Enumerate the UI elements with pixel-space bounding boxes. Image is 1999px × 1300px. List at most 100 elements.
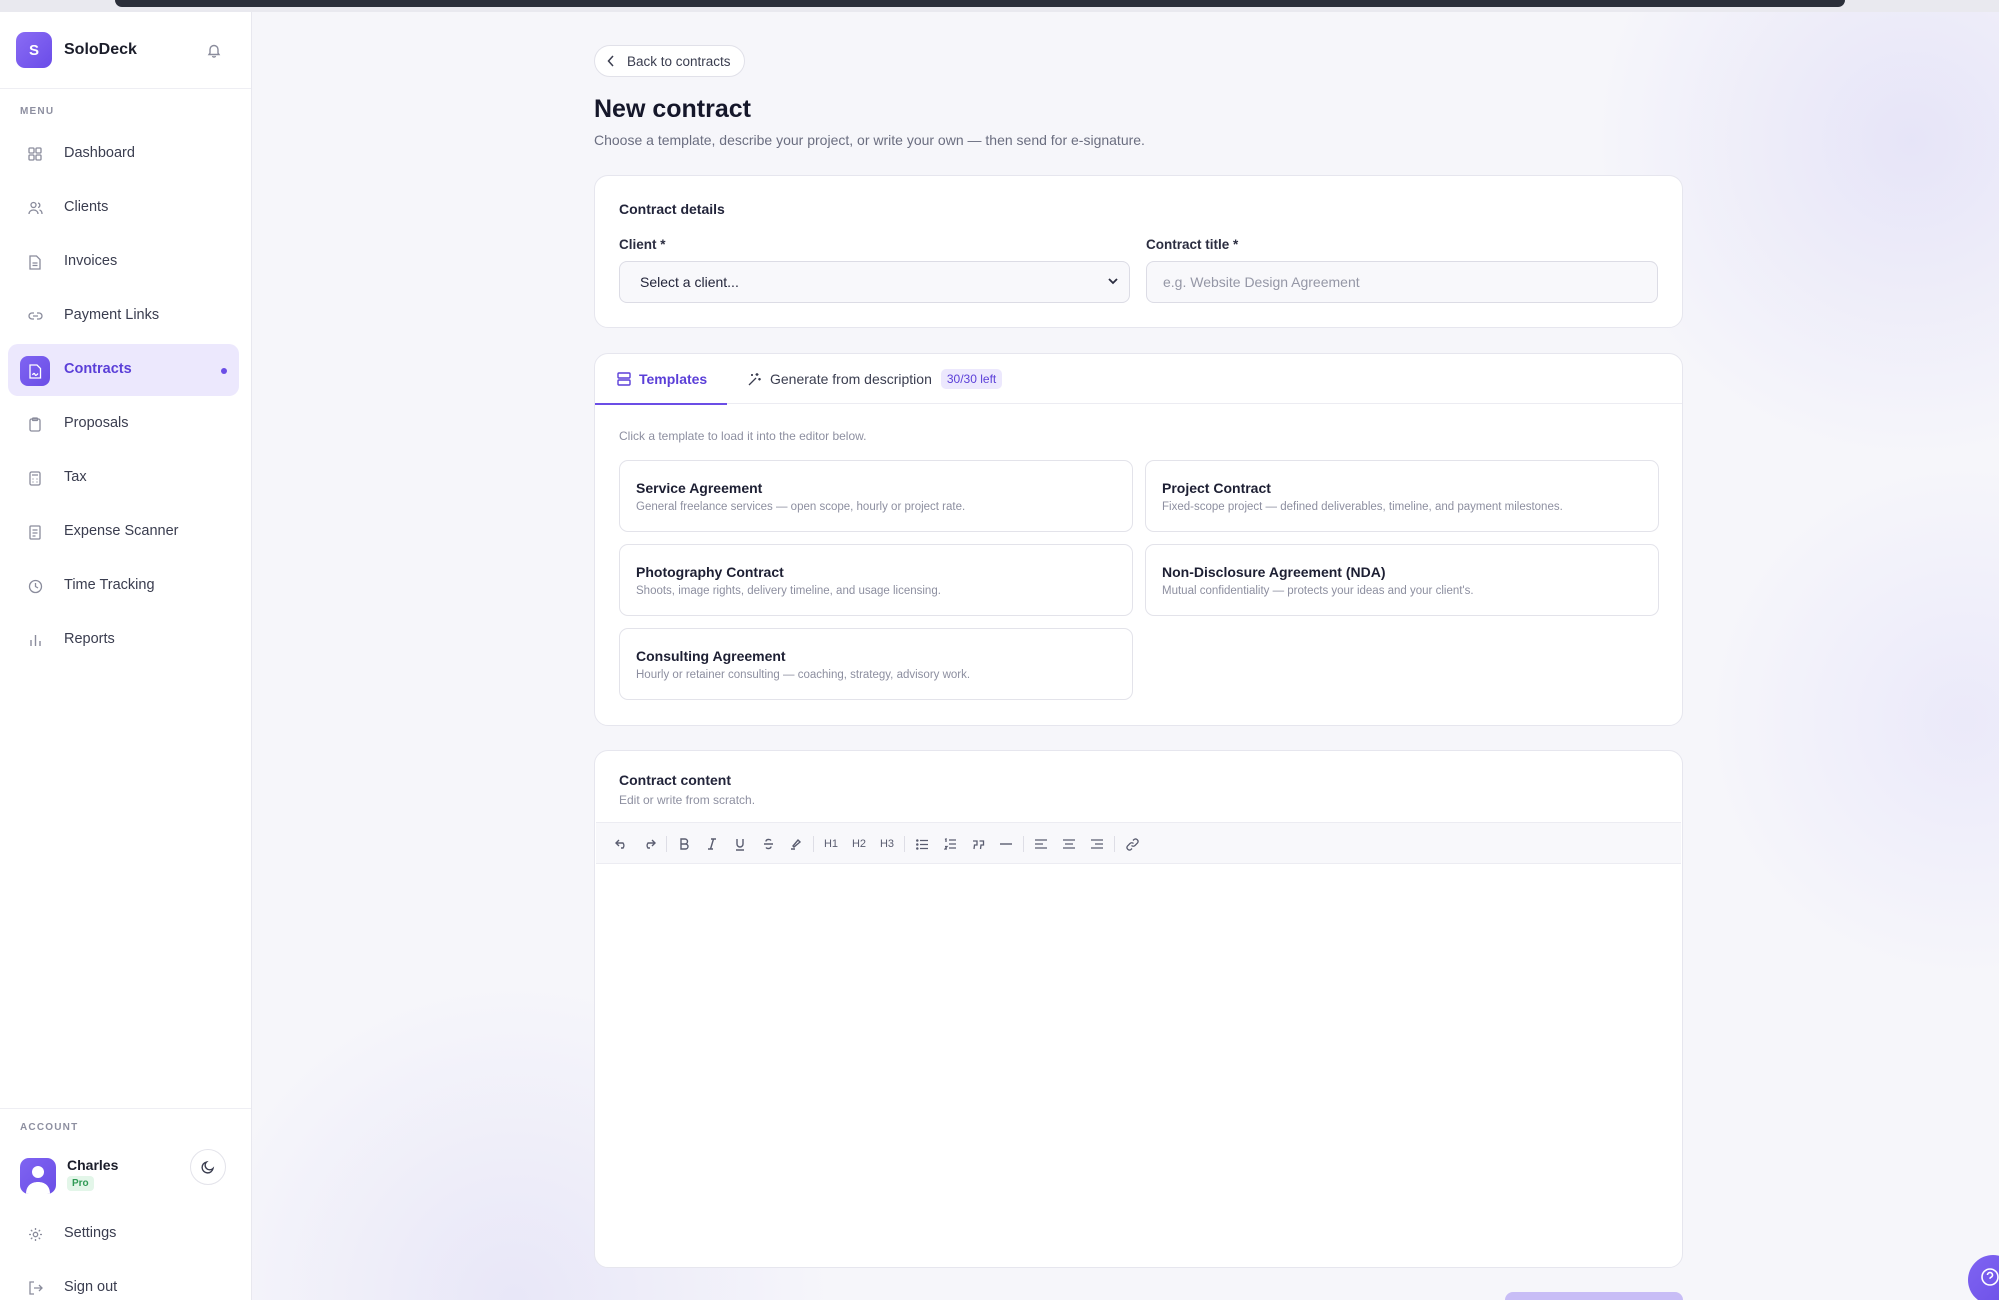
italic-icon[interactable] [702, 834, 722, 854]
tab-templates[interactable]: Templates [595, 354, 728, 405]
heading3-button[interactable]: H3 [877, 834, 897, 854]
tab-templates-label: Templates [639, 371, 708, 387]
template-card-project-contract[interactable]: Project Contract Fixed-scope project — d… [1145, 460, 1659, 532]
redo-icon[interactable] [639, 834, 659, 854]
settings-link[interactable]: Settings [8, 1208, 239, 1260]
sidebar-item-label: Proposals [64, 415, 129, 431]
contract-details-title: Contract details [619, 201, 725, 217]
sidebar-item-proposals[interactable]: Proposals [8, 398, 239, 450]
signature-icon [20, 356, 50, 386]
signout-link[interactable]: Sign out [8, 1262, 239, 1300]
align-center-icon[interactable] [1059, 834, 1079, 854]
sidebar-item-expense-scanner[interactable]: Expense Scanner [8, 506, 239, 558]
send-contract-button[interactable] [1505, 1292, 1683, 1300]
settings-label: Settings [64, 1225, 117, 1241]
template-description: Shoots, image rights, delivery timeline,… [636, 585, 941, 597]
sidebar-item-label: Time Tracking [64, 577, 155, 593]
grid-icon [26, 145, 44, 163]
receipt-icon [26, 523, 44, 541]
client-label: Client * [619, 237, 666, 252]
sidebar-item-label: Clients [64, 199, 109, 215]
underline-icon[interactable] [730, 834, 750, 854]
template-description: Hourly or retainer consulting — coaching… [636, 669, 971, 681]
template-description: General freelance services — open scope,… [636, 501, 966, 513]
align-left-icon[interactable] [1031, 834, 1051, 854]
contract-title-input[interactable] [1146, 261, 1658, 303]
brand-header: S SoloDeck [0, 12, 251, 89]
contract-title-label: Contract title * [1146, 237, 1239, 252]
quote-icon[interactable] [968, 834, 988, 854]
toolbar-separator [1114, 836, 1115, 852]
template-card-nda[interactable]: Non-Disclosure Agreement (NDA) Mutual co… [1145, 544, 1659, 616]
user-name: Charles [67, 1157, 119, 1173]
contract-content-title: Contract content [619, 772, 731, 788]
sidebar-item-time-tracking[interactable]: Time Tracking [8, 560, 239, 612]
template-title: Project Contract [1162, 480, 1271, 496]
signout-label: Sign out [64, 1279, 118, 1295]
bold-icon[interactable] [674, 834, 694, 854]
sidebar-item-tax[interactable]: Tax [8, 452, 239, 504]
help-button[interactable] [1968, 1255, 1999, 1300]
menu-section-label: MENU [20, 106, 55, 117]
back-to-contracts-button[interactable]: Back to contracts [594, 45, 745, 77]
users-icon [26, 199, 44, 217]
tab-generate[interactable]: Generate from description 30/30 left [747, 354, 1003, 404]
sidebar-item-payment-links[interactable]: Payment Links [8, 290, 239, 342]
help-icon [1981, 1268, 1999, 1286]
sparkle-wand-icon [748, 372, 761, 385]
sidebar-item-contracts[interactable]: Contracts [8, 344, 239, 396]
template-description: Fixed-scope project — defined deliverabl… [1162, 501, 1563, 513]
horizontal-rule-icon[interactable] [996, 834, 1016, 854]
active-indicator-dot [221, 368, 227, 374]
strikethrough-icon[interactable] [758, 834, 778, 854]
sidebar-item-label: Tax [64, 469, 87, 485]
bell-icon[interactable] [205, 41, 223, 59]
heading1-button[interactable]: H1 [821, 834, 841, 854]
heading2-button[interactable]: H2 [849, 834, 869, 854]
highlighter-icon[interactable] [786, 834, 806, 854]
template-description: Mutual confidentiality — protects your i… [1162, 585, 1474, 597]
calculator-icon [26, 469, 44, 487]
undo-icon[interactable] [611, 834, 631, 854]
link-icon[interactable] [1122, 834, 1142, 854]
align-right-icon[interactable] [1087, 834, 1107, 854]
account-divider [0, 1108, 251, 1109]
back-label: Back to contracts [627, 53, 731, 69]
sidebar-item-label: Contracts [64, 361, 132, 377]
template-card-service-agreement[interactable]: Service Agreement General freelance serv… [619, 460, 1133, 532]
toolbar-separator [1023, 836, 1024, 852]
browser-chrome-strip [115, 0, 1845, 7]
brand-name: SoloDeck [64, 41, 137, 58]
sidebar-item-clients[interactable]: Clients [8, 182, 239, 234]
template-card-consulting-agreement[interactable]: Consulting Agreement Hourly or retainer … [619, 628, 1133, 700]
contract-editor[interactable] [596, 864, 1681, 1266]
avatar[interactable] [20, 1158, 56, 1194]
clipboard-icon [26, 415, 44, 433]
sidebar: S SoloDeck MENU Dashboard Clients Invoic… [0, 12, 252, 1300]
sidebar-item-reports[interactable]: Reports [8, 614, 239, 666]
sidebar-item-dashboard[interactable]: Dashboard [8, 128, 239, 180]
theme-toggle-button[interactable] [190, 1149, 226, 1185]
template-title: Service Agreement [636, 480, 763, 496]
template-tabs: Templates Generate from description 30/3… [595, 354, 1682, 405]
gear-icon [26, 1225, 44, 1243]
brand-logo[interactable]: S [16, 32, 52, 68]
account-section-label: ACCOUNT [20, 1122, 79, 1133]
layout-icon [617, 372, 631, 386]
plan-badge: Pro [67, 1176, 94, 1191]
ordered-list-icon[interactable] [940, 834, 960, 854]
template-card-photography-contract[interactable]: Photography Contract Shoots, image right… [619, 544, 1133, 616]
client-select[interactable]: Select a client... [619, 261, 1130, 303]
moon-icon [201, 1160, 215, 1174]
sidebar-item-invoices[interactable]: Invoices [8, 236, 239, 288]
chevron-down-icon [1108, 278, 1118, 285]
bullet-list-icon[interactable] [912, 834, 932, 854]
chevron-left-icon [607, 55, 614, 67]
contract-details-card [594, 175, 1683, 328]
link-icon [26, 307, 44, 325]
document-icon [26, 253, 44, 271]
sidebar-item-label: Payment Links [64, 307, 160, 323]
sidebar-item-label: Dashboard [64, 145, 135, 161]
page-title: New contract [594, 95, 751, 123]
logout-icon [26, 1279, 44, 1297]
